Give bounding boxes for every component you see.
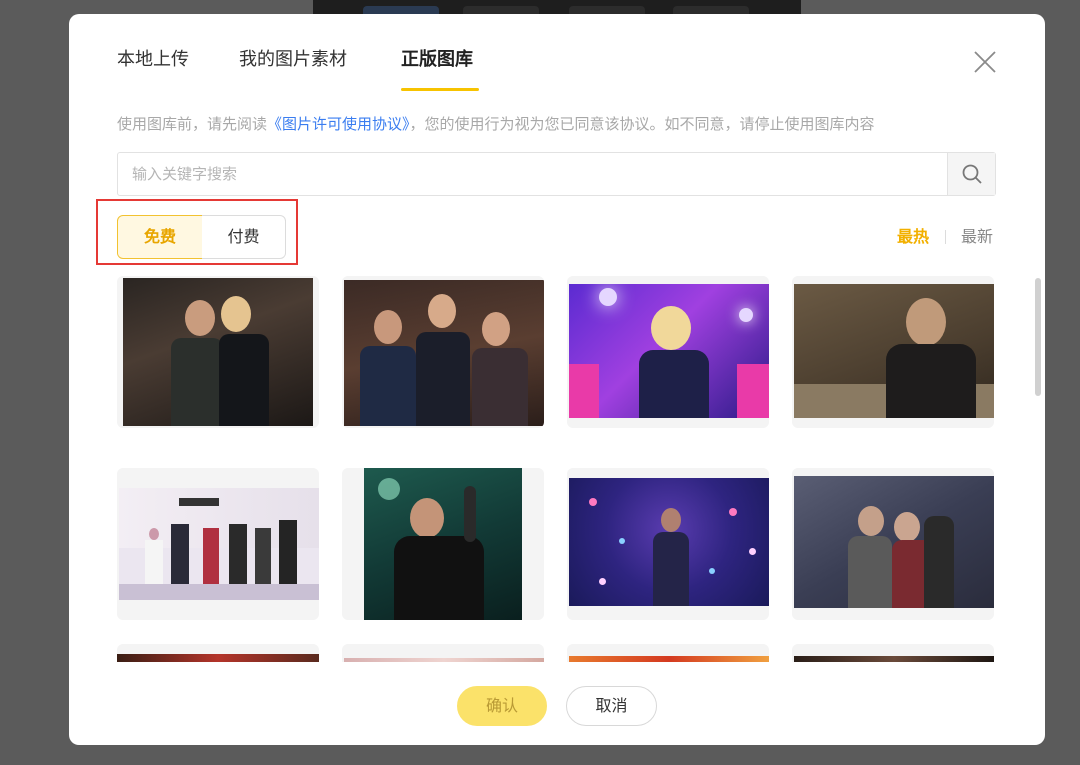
- photo-thumbnail: [344, 658, 544, 662]
- notice-suffix: ，您的使用行为视为您已同意该协议。如不同意，请停止使用图库内容: [409, 115, 875, 133]
- close-icon: [974, 51, 996, 73]
- license-notice: 使用图库前，请先阅读《图片许可使用协议》，您的使用行为视为您已同意该协议。如不同…: [117, 114, 875, 134]
- tab-local-upload[interactable]: 本地上传: [117, 48, 189, 72]
- background-page-toolbar: [313, 0, 801, 14]
- photo-thumbnail: [794, 284, 994, 418]
- photo-thumbnail: [119, 488, 319, 600]
- filter-paid-button[interactable]: 付费: [202, 215, 286, 259]
- background-tab: [463, 6, 539, 14]
- active-tab-indicator: [401, 88, 479, 91]
- sort-divider: [945, 230, 946, 244]
- photo-thumbnail: [344, 280, 544, 426]
- image-card-photo-8[interactable]: [792, 468, 994, 620]
- image-card-photo-3[interactable]: [567, 276, 769, 428]
- notice-prefix: 使用图库前，请先阅读: [117, 115, 268, 133]
- image-grid: [117, 276, 997, 662]
- cancel-button[interactable]: 取消: [566, 686, 657, 726]
- sort-hot-button[interactable]: 最热: [897, 227, 929, 247]
- image-card-partial[interactable]: [117, 644, 319, 662]
- image-picker-dialog: 本地上传 我的图片素材 正版图库 使用图库前，请先阅读《图片许可使用协议》，您的…: [69, 14, 1045, 745]
- grid-scrollbar[interactable]: [1035, 278, 1041, 396]
- tab-licensed-library[interactable]: 正版图库: [401, 48, 473, 72]
- confirm-button[interactable]: 确认: [457, 686, 547, 726]
- image-card-partial[interactable]: [567, 644, 769, 662]
- photo-thumbnail: [364, 468, 522, 620]
- image-card-photo-5[interactable]: [117, 468, 319, 620]
- photo-thumbnail: [569, 478, 769, 606]
- photo-thumbnail: [794, 476, 994, 608]
- image-card-photo-2[interactable]: [342, 276, 544, 428]
- photo-thumbnail: [569, 656, 769, 662]
- image-card-photo-4[interactable]: [792, 276, 994, 428]
- photo-thumbnail: [123, 278, 313, 426]
- sort-new-button[interactable]: 最新: [961, 227, 993, 247]
- search-bar: [117, 152, 996, 196]
- photo-thumbnail: [794, 656, 994, 662]
- image-card-photo-6[interactable]: [342, 468, 544, 620]
- photo-thumbnail: [569, 284, 769, 418]
- license-agreement-link[interactable]: 《图片许可使用协议》: [267, 115, 410, 133]
- image-card-partial[interactable]: [792, 644, 994, 662]
- image-card-photo-7[interactable]: [567, 468, 769, 620]
- background-tab: [363, 6, 439, 14]
- search-input[interactable]: [118, 153, 947, 195]
- search-button[interactable]: [947, 153, 995, 195]
- tab-my-materials[interactable]: 我的图片素材: [239, 48, 347, 72]
- photo-thumbnail: [117, 654, 319, 662]
- close-button[interactable]: [973, 50, 997, 74]
- search-icon: [962, 164, 982, 184]
- image-card-partial[interactable]: [342, 644, 544, 662]
- background-tab: [673, 6, 749, 14]
- image-card-photo-1[interactable]: [117, 276, 319, 428]
- background-tab: [569, 6, 645, 14]
- filter-free-button[interactable]: 免费: [117, 215, 203, 259]
